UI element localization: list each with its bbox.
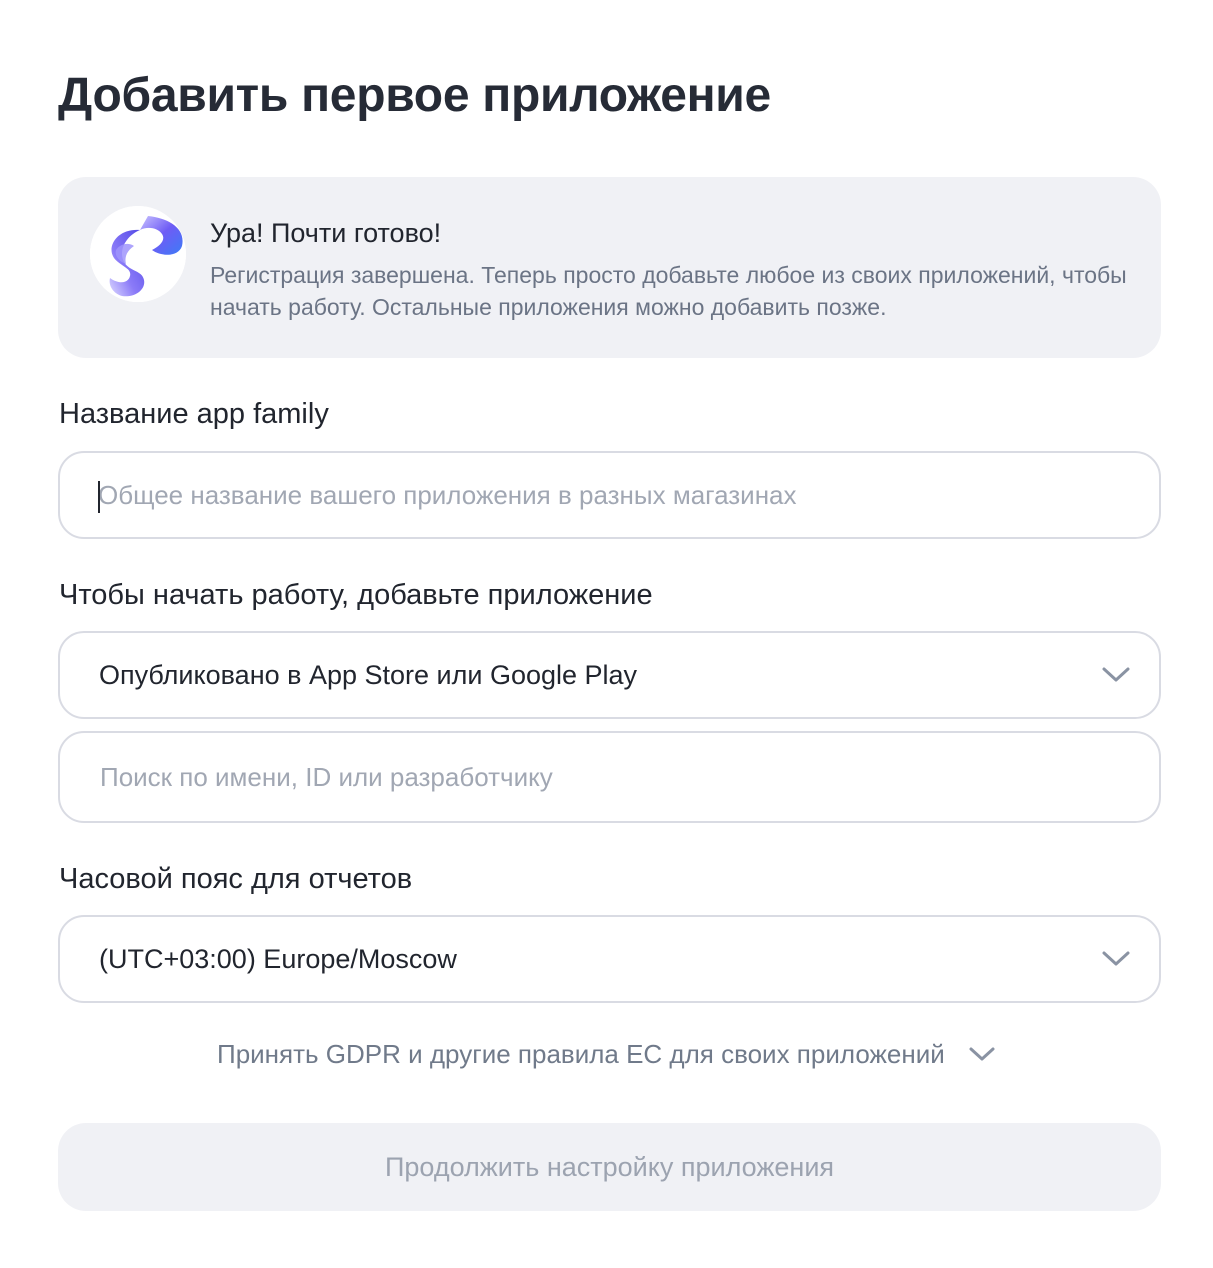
text-caret — [98, 481, 100, 513]
app-family-label: Название app family — [59, 398, 329, 430]
app-family-input[interactable] — [98, 453, 1129, 537]
add-app-label: Чтобы начать работу, добавьте приложение — [59, 579, 653, 611]
timezone-select[interactable]: (UTC+03:00) Europe/Moscow — [58, 915, 1161, 1003]
timezone-select-value: (UTC+03:00) Europe/Moscow — [99, 943, 457, 974]
chevron-down-icon — [1102, 667, 1130, 682]
app-source-select-value: Опубликовано в App Store или Google Play — [99, 659, 638, 690]
chevron-down-icon — [1102, 951, 1130, 966]
gdpr-toggle[interactable]: Принять GDPR и другие правила ЕС для сво… — [0, 1034, 1213, 1074]
app-source-select[interactable]: Опубликовано в App Store или Google Play — [58, 631, 1161, 719]
page-title: Добавить первое приложение — [58, 69, 771, 122]
chevron-down-icon — [969, 1047, 995, 1061]
gdpr-toggle-label: Принять GDPR и другие правила ЕС для сво… — [217, 1039, 945, 1069]
metrica-logo-icon — [90, 206, 186, 302]
app-family-field[interactable] — [58, 451, 1161, 539]
app-search-field[interactable] — [58, 731, 1161, 823]
welcome-banner: Ура! Почти готово! Регистрация завершена… — [58, 177, 1161, 358]
app-search-input[interactable] — [100, 733, 1129, 821]
banner-text: Регистрация завершена. Теперь просто доб… — [210, 262, 1127, 320]
banner-title: Ура! Почти готово! — [210, 218, 442, 248]
continue-setup-button[interactable]: Продолжить настройку приложения — [58, 1123, 1161, 1211]
timezone-label: Часовой пояс для отчетов — [59, 863, 413, 895]
